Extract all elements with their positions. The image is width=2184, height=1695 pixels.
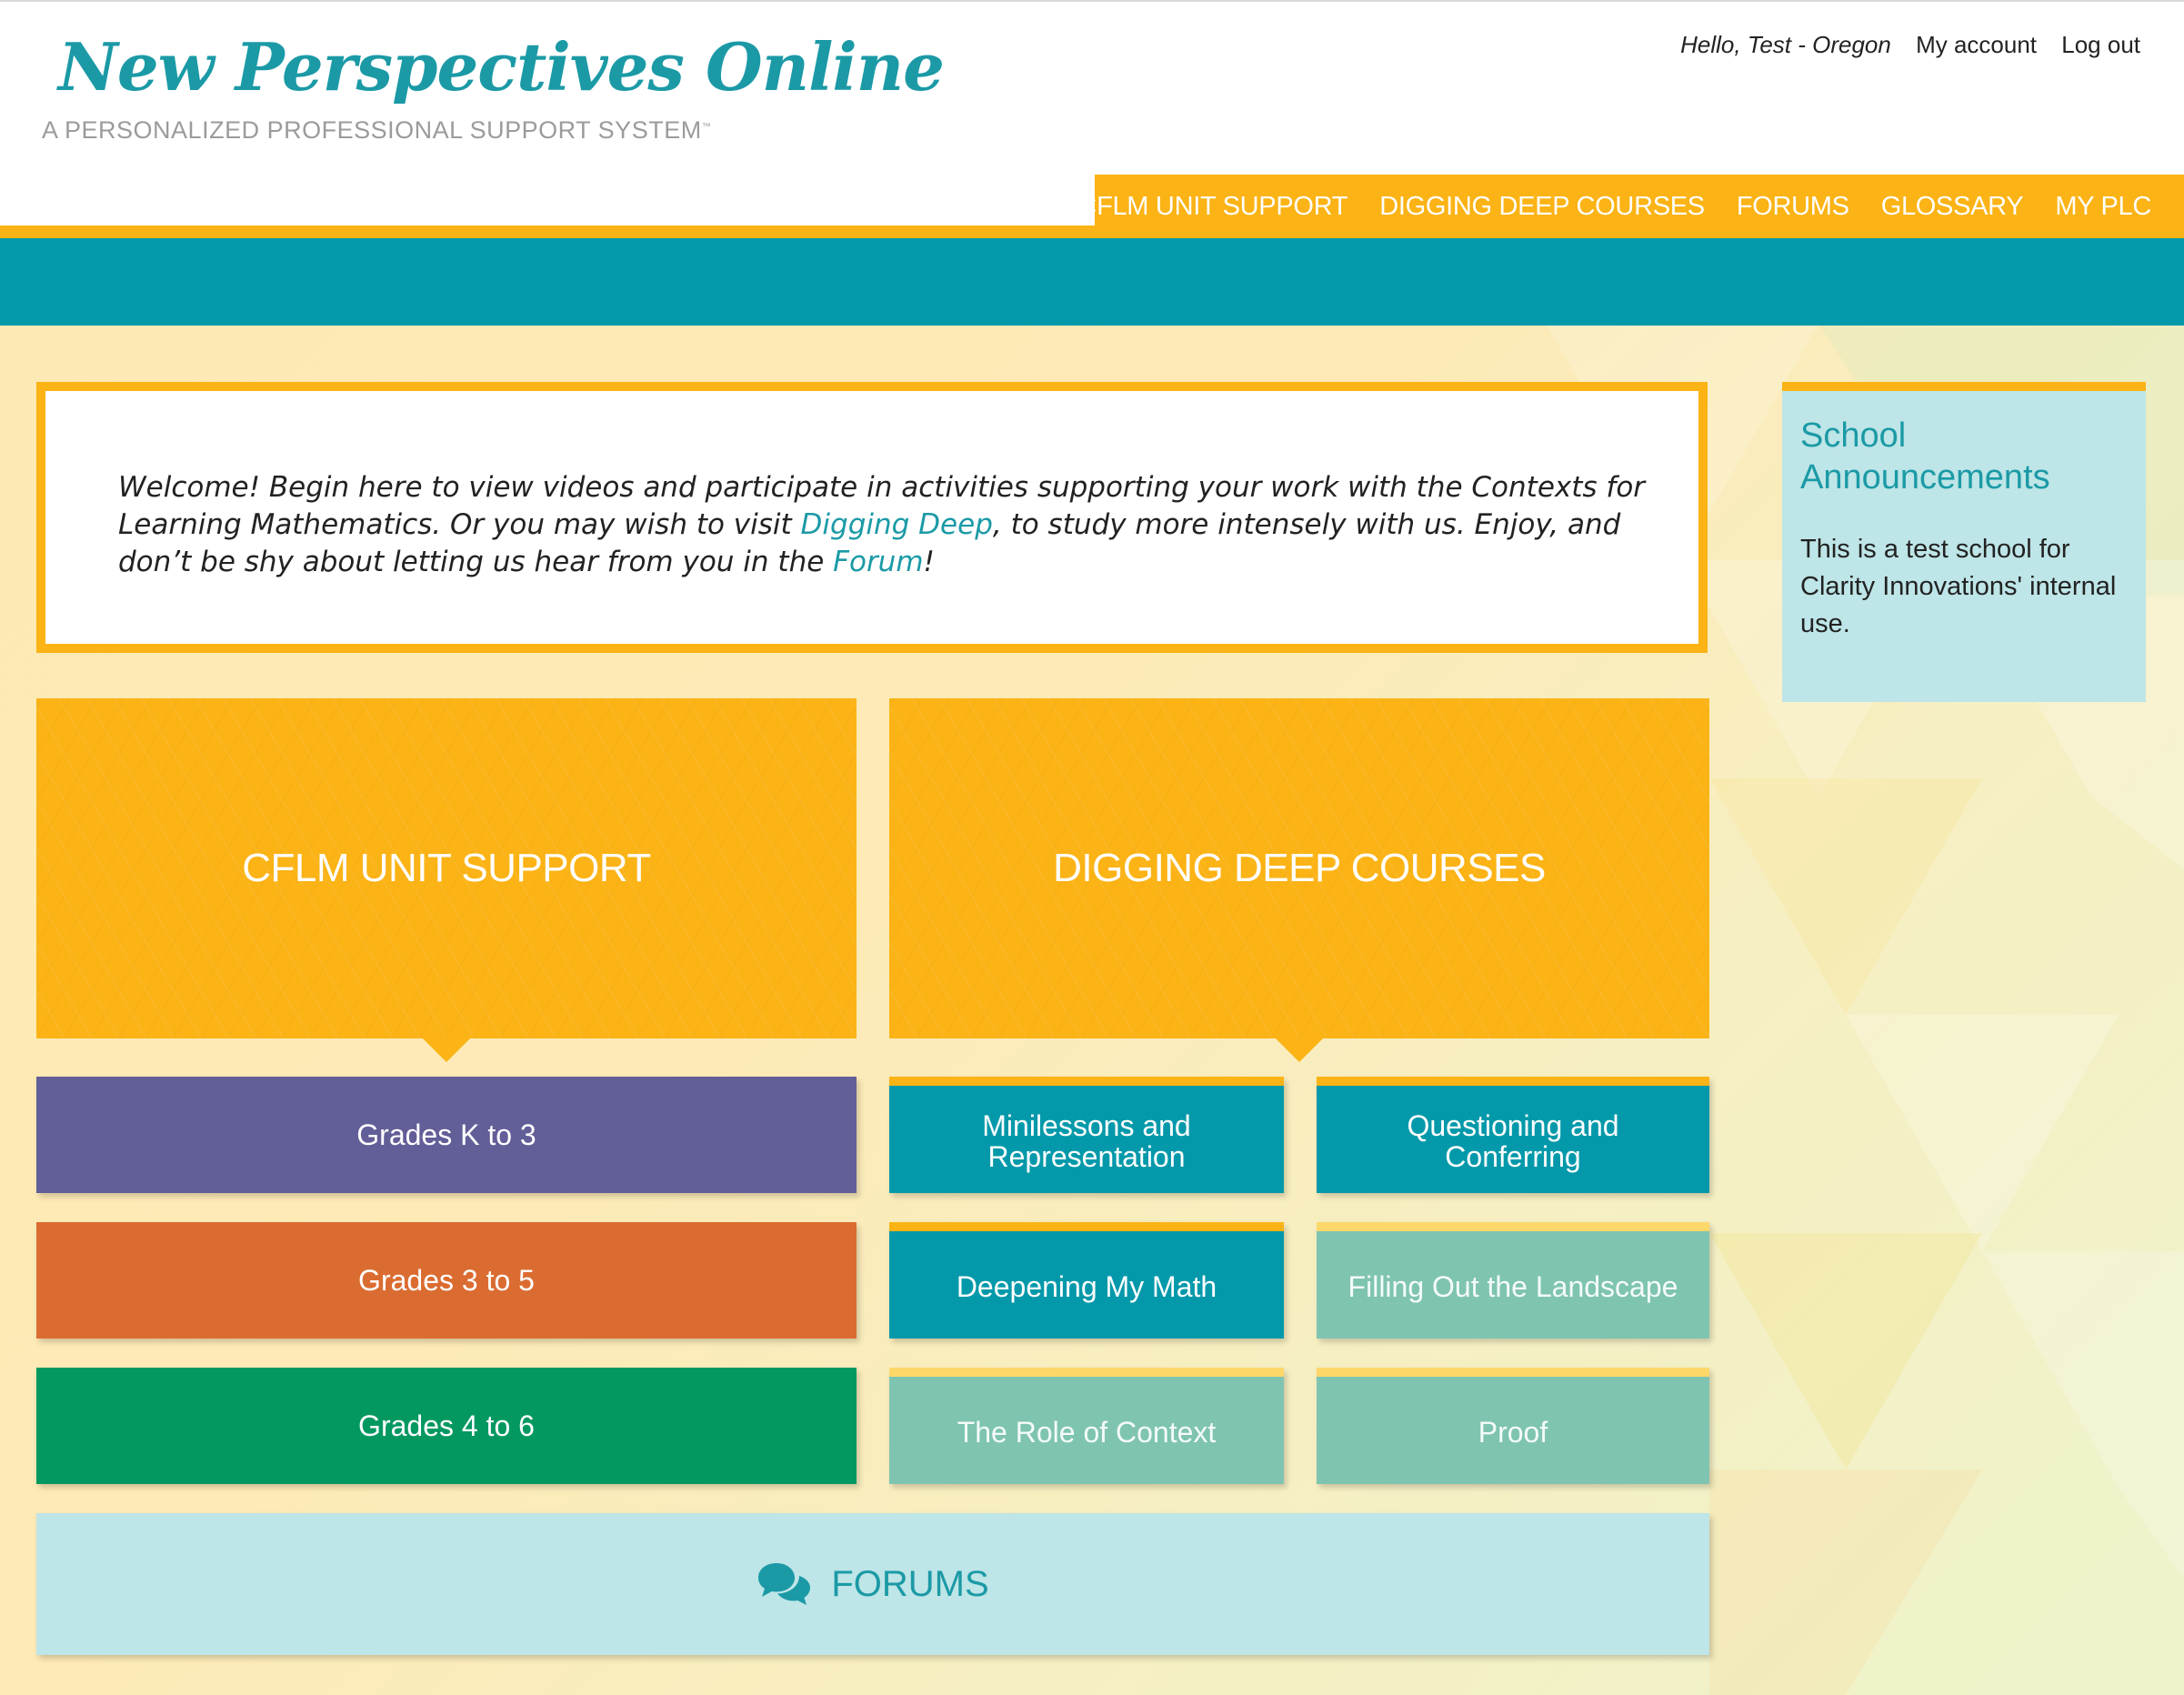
cflm-unit-support-header[interactable]: CFLM UNIT SUPPORT [36, 698, 857, 1062]
course-label: Questioning and Conferring [1407, 1109, 1619, 1173]
digging-deep-courses-header[interactable]: DIGGING DEEP COURSES [889, 698, 1709, 1062]
nav-glossary[interactable]: GLOSSARY [1881, 192, 2024, 222]
forums-label: FORUMS [831, 1563, 989, 1604]
user-links: Hello, Test - Oregon My account Log out [1680, 31, 2140, 59]
announcements-body: This is a test school for Clarity Innova… [1800, 535, 2117, 638]
nav-forums[interactable]: FORUMS [1737, 192, 1849, 222]
nav-cflm-unit-support[interactable]: CFLM UNIT SUPPORT [1077, 192, 1347, 222]
course-role-of-context[interactable]: The Role of Context [889, 1368, 1284, 1484]
course-deepening-my-math[interactable]: Deepening My Math [889, 1222, 1284, 1339]
nav-my-plc[interactable]: MY PLC [2055, 192, 2151, 222]
my-account-link[interactable]: My account [1916, 31, 2037, 58]
nav-digging-deep-courses[interactable]: DIGGING DEEP COURSES [1379, 192, 1705, 222]
grades-k-to-3-button[interactable]: Grades K to 3 [36, 1077, 857, 1193]
site-header: New Perspectives Online A PERSONALIZED P… [0, 0, 2184, 326]
course-label: Minilessons and Representation [982, 1109, 1191, 1173]
grades-3-to-5-button[interactable]: Grades 3 to 5 [36, 1222, 857, 1339]
course-proof[interactable]: Proof [1317, 1368, 1709, 1484]
greeting: Hello, Test - Oregon [1680, 31, 1891, 58]
site-logo[interactable]: New Perspectives Online A PERSONALIZED P… [42, 28, 945, 145]
welcome-text: Welcome! Begin here to view videos and p… [118, 469, 1664, 581]
course-questioning-conferring[interactable]: Questioning and Conferring [1317, 1077, 1709, 1193]
welcome-box: Welcome! Begin here to view videos and p… [36, 382, 1708, 653]
logo-subtitle: A PERSONALIZED PROFESSIONAL SUPPORT SYST… [42, 116, 944, 145]
trademark: ™ [701, 122, 712, 132]
announcements-title: School Announcements [1800, 416, 2050, 496]
header-teal-band [0, 238, 2184, 326]
logo-subtitle-text: A PERSONALIZED PROFESSIONAL SUPPORT SYST… [42, 116, 702, 144]
log-out-link[interactable]: Log out [2061, 31, 2140, 58]
forum-link[interactable]: Forum [833, 546, 923, 578]
chat-bubbles-icon [758, 1563, 811, 1605]
course-minilessons-representation[interactable]: Minilessons and Representation [889, 1077, 1284, 1193]
digging-deep-link[interactable]: Digging Deep [801, 508, 993, 541]
logo-title: New Perspectives Online [58, 28, 945, 105]
course-filling-out-the-landscape[interactable]: Filling Out the Landscape [1317, 1222, 1709, 1339]
forums-button[interactable]: FORUMS [36, 1513, 1709, 1655]
main-nav: CFLM UNIT SUPPORT DIGGING DEEP COURSES F… [1077, 175, 2184, 238]
grades-4-to-6-button[interactable]: Grades 4 to 6 [36, 1368, 857, 1484]
school-announcements-panel: School Announcements This is a test scho… [1782, 382, 2146, 702]
welcome-text-part: ! [923, 546, 935, 578]
